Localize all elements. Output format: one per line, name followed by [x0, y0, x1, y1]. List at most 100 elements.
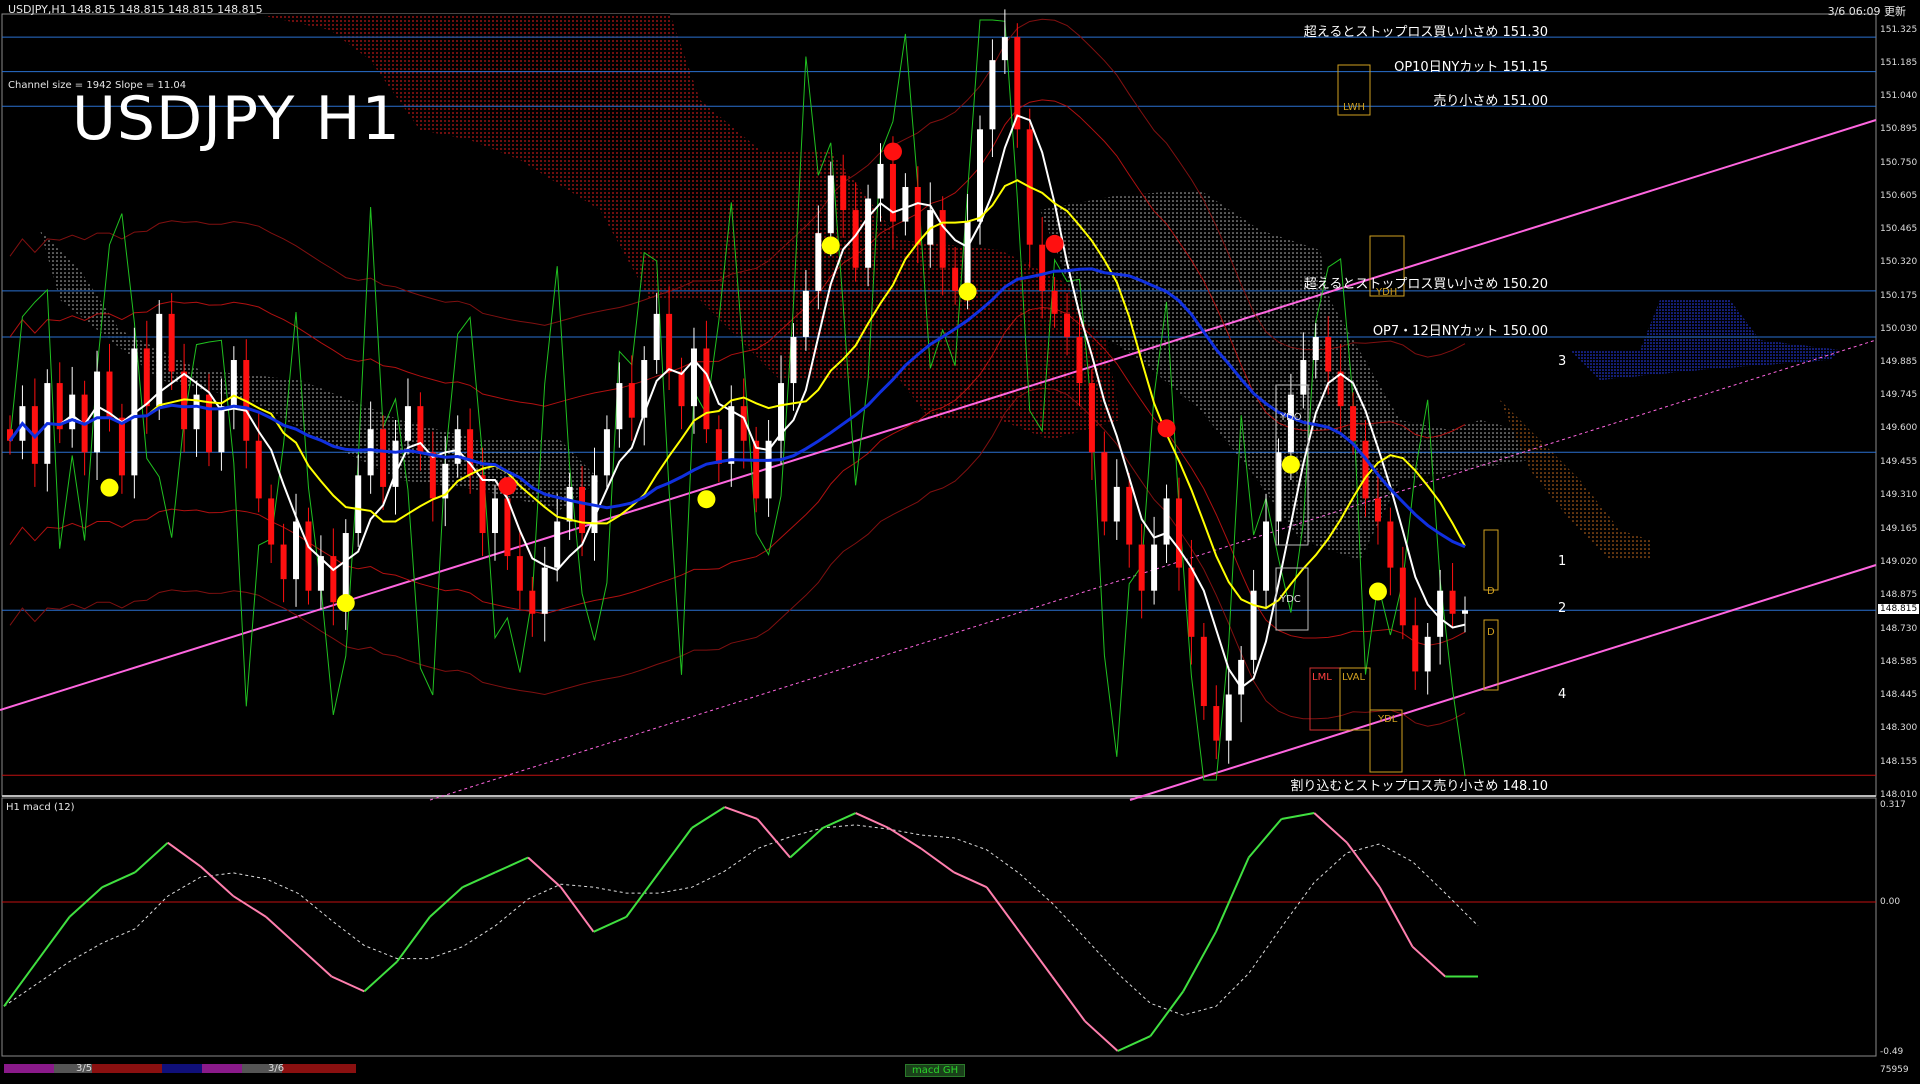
- candle-body: [281, 545, 287, 580]
- price-tick: 149.310: [1880, 490, 1917, 500]
- price-tick: 148.585: [1880, 657, 1917, 667]
- indicator-tab[interactable]: macd GH: [905, 1064, 965, 1077]
- price-tick: 149.455: [1880, 457, 1917, 467]
- candle-body: [542, 568, 548, 614]
- candle-body: [1226, 695, 1232, 741]
- price-tick: 149.165: [1880, 524, 1917, 534]
- candle-body: [803, 291, 809, 337]
- buy-arrow-icon: [337, 594, 355, 612]
- price-tick: 149.020: [1880, 557, 1917, 567]
- candle-body: [679, 372, 685, 407]
- candle-body: [293, 521, 299, 579]
- candle-body: [1425, 637, 1431, 672]
- candle-body: [256, 441, 262, 499]
- price-tick: 150.750: [1880, 158, 1917, 168]
- macd-segment: [135, 843, 168, 873]
- candle-body: [1139, 545, 1145, 591]
- macd-panel-title: H1 macd (12): [6, 802, 74, 813]
- candle-body: [480, 475, 486, 533]
- macd-tick-bottom: -0.49: [1880, 1047, 1903, 1057]
- price-tick: 150.895: [1880, 124, 1917, 134]
- candle-body: [529, 591, 535, 614]
- candle-body: [1176, 498, 1182, 567]
- sell-arrow-icon: [498, 477, 516, 495]
- candle-body: [554, 521, 560, 567]
- box-label-ydo: YDO: [1280, 412, 1302, 423]
- cloud-blue-forward: [1570, 300, 1840, 380]
- candle-body: [94, 372, 100, 453]
- candle-body: [1002, 37, 1008, 60]
- box-label-lval: LVAL: [1342, 672, 1365, 683]
- buy-arrow-icon: [1369, 582, 1387, 600]
- date-label-1: 3/5: [76, 1063, 92, 1074]
- macd-segment: [1019, 932, 1052, 977]
- macd-tick-zero: 0.00: [1880, 897, 1900, 907]
- candle-body: [716, 429, 722, 464]
- candle-body: [989, 60, 995, 129]
- current-price-tag: 148.815: [1878, 604, 1919, 614]
- candle-body: [753, 441, 759, 499]
- candle-body: [144, 348, 150, 406]
- annotation-151-30: 超えるとストップロス買い小さめ 151.30: [1304, 21, 1548, 40]
- projection-label-3: 3: [1558, 354, 1566, 369]
- macd-segment: [954, 872, 987, 887]
- candle-body: [828, 175, 834, 233]
- candle-body: [405, 406, 411, 441]
- buy-arrow-icon: [1282, 456, 1300, 474]
- candle-body: [1238, 660, 1244, 695]
- candle-body: [952, 268, 958, 291]
- macd-segment: [201, 866, 234, 896]
- candle-body: [878, 164, 884, 199]
- candle-body: [1375, 498, 1381, 521]
- candle-body: [915, 187, 921, 245]
- chart-svg: [0, 0, 1920, 1080]
- candle-body: [977, 129, 983, 221]
- candle-body: [1188, 568, 1194, 637]
- macd-segment: [1347, 843, 1380, 887]
- candle-body: [1412, 625, 1418, 671]
- macd-segment: [1118, 1036, 1151, 1051]
- candle-body: [1288, 395, 1294, 453]
- candle-body: [305, 521, 311, 590]
- price-tick: 150.175: [1880, 291, 1917, 301]
- price-tick: 148.010: [1880, 790, 1917, 800]
- candle-body: [790, 337, 796, 383]
- projection-label-2: 2: [1558, 601, 1566, 616]
- candle-body: [703, 348, 709, 429]
- price-tick: 149.745: [1880, 390, 1917, 400]
- macd-segment: [1281, 813, 1314, 819]
- macd-segment: [987, 887, 1020, 932]
- candle-body: [902, 187, 908, 222]
- candle-body: [1338, 372, 1344, 407]
- candle-body: [119, 418, 125, 476]
- bottom-right-code: 75959: [1880, 1065, 1909, 1075]
- candle-body: [567, 487, 573, 522]
- macd-panel-border: [2, 798, 1876, 1056]
- buy-arrow-icon: [822, 236, 840, 254]
- candle-body: [604, 429, 610, 475]
- session-segment: [202, 1064, 242, 1073]
- macd-segment: [692, 807, 725, 828]
- price-tick: 150.465: [1880, 224, 1917, 234]
- macd-segment: [299, 947, 332, 977]
- candle-body: [218, 406, 224, 452]
- price-tick: 148.730: [1880, 624, 1917, 634]
- candle-body: [1126, 487, 1132, 545]
- sell-arrow-icon: [884, 143, 902, 161]
- candle-body: [343, 533, 349, 602]
- price-tick: 148.155: [1880, 757, 1917, 767]
- box-label-d2: D: [1487, 627, 1495, 638]
- candle-body: [430, 452, 436, 498]
- candle-body: [467, 429, 473, 475]
- sell-arrow-icon: [1158, 419, 1176, 437]
- macd-segment: [757, 819, 790, 858]
- macd-segment: [233, 896, 266, 917]
- macd-segment: [495, 858, 528, 873]
- price-tick: 149.600: [1880, 423, 1917, 433]
- macd-segment: [266, 917, 299, 947]
- chart-header-symbol: USDJPY,H1 148.815 148.815 148.815 148.81…: [8, 3, 263, 16]
- candle-body: [728, 406, 734, 464]
- candle-body: [1437, 591, 1443, 637]
- candle-body: [579, 487, 585, 533]
- candle-body: [169, 314, 175, 372]
